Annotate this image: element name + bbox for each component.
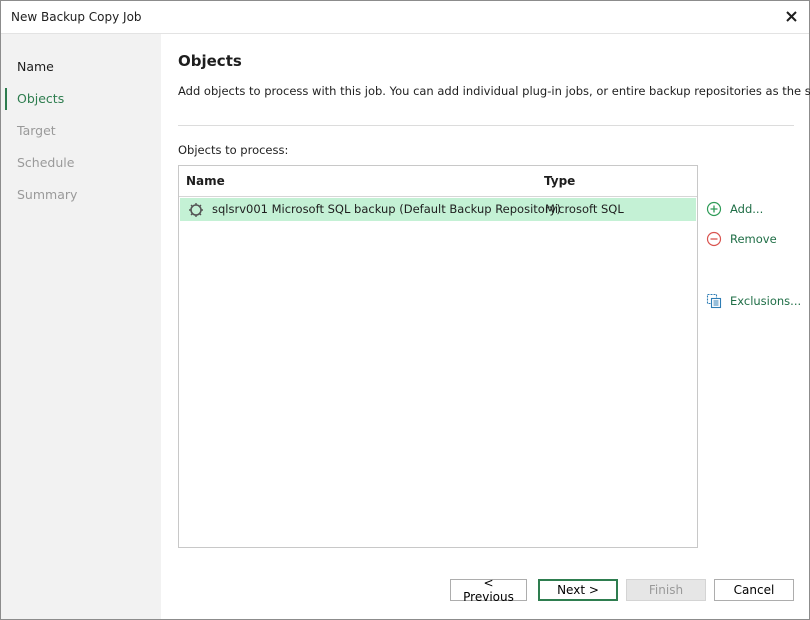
title-bar: New Backup Copy Job (1, 1, 809, 34)
exclusions-icon (706, 293, 722, 309)
grid-header: Name Type (179, 166, 697, 197)
previous-button[interactable]: < Previous (450, 576, 527, 604)
close-button[interactable] (781, 6, 801, 26)
remove-label: Remove (730, 232, 777, 246)
step-summary: Summary (1, 184, 161, 206)
step-target: Target (1, 120, 161, 142)
next-button[interactable]: Next > (538, 579, 618, 601)
add-label: Add... (730, 202, 764, 216)
remove-button[interactable]: Remove (706, 229, 777, 249)
exclusions-button[interactable]: Exclusions... (706, 291, 801, 311)
page-title: Objects (178, 52, 242, 70)
row-name-cell: sqlsrv001 Microsoft SQL backup (Default … (212, 202, 561, 216)
column-header-name[interactable]: Name (186, 174, 225, 188)
cancel-button[interactable]: Cancel (714, 579, 794, 601)
objects-grid[interactable]: Name Type sqlsrv001 Microsoft SQL backup… (178, 165, 698, 548)
add-icon (706, 201, 722, 217)
step-schedule: Schedule (1, 152, 161, 174)
window-title: New Backup Copy Job (11, 10, 142, 24)
step-label: Target (17, 123, 56, 138)
remove-icon (706, 231, 722, 247)
objects-label: Objects to process: (178, 143, 289, 157)
wizard-window: New Backup Copy Job Name Objects Target … (0, 0, 810, 620)
step-name[interactable]: Name (1, 56, 161, 78)
step-label: Name (17, 59, 54, 74)
row-type-cell: Microsoft SQL (545, 202, 624, 216)
wizard-steps-sidebar: Name Objects Target Schedule Summary (1, 34, 161, 619)
divider (178, 125, 794, 126)
exclusions-label: Exclusions... (730, 294, 802, 308)
page-description: Add objects to process with this job. Yo… (178, 84, 810, 98)
close-icon (785, 10, 797, 22)
main-content: Objects Add objects to process with this… (162, 34, 810, 619)
finish-button: Finish (626, 579, 706, 601)
step-label: Objects (17, 91, 65, 106)
step-objects[interactable]: Objects (1, 88, 161, 110)
add-button[interactable]: Add... (706, 199, 763, 219)
table-row[interactable]: sqlsrv001 Microsoft SQL backup (Default … (180, 198, 696, 221)
step-label: Summary (17, 187, 78, 202)
column-header-type[interactable]: Type (544, 174, 575, 188)
step-label: Schedule (17, 155, 75, 170)
plugin-job-icon (189, 203, 203, 217)
